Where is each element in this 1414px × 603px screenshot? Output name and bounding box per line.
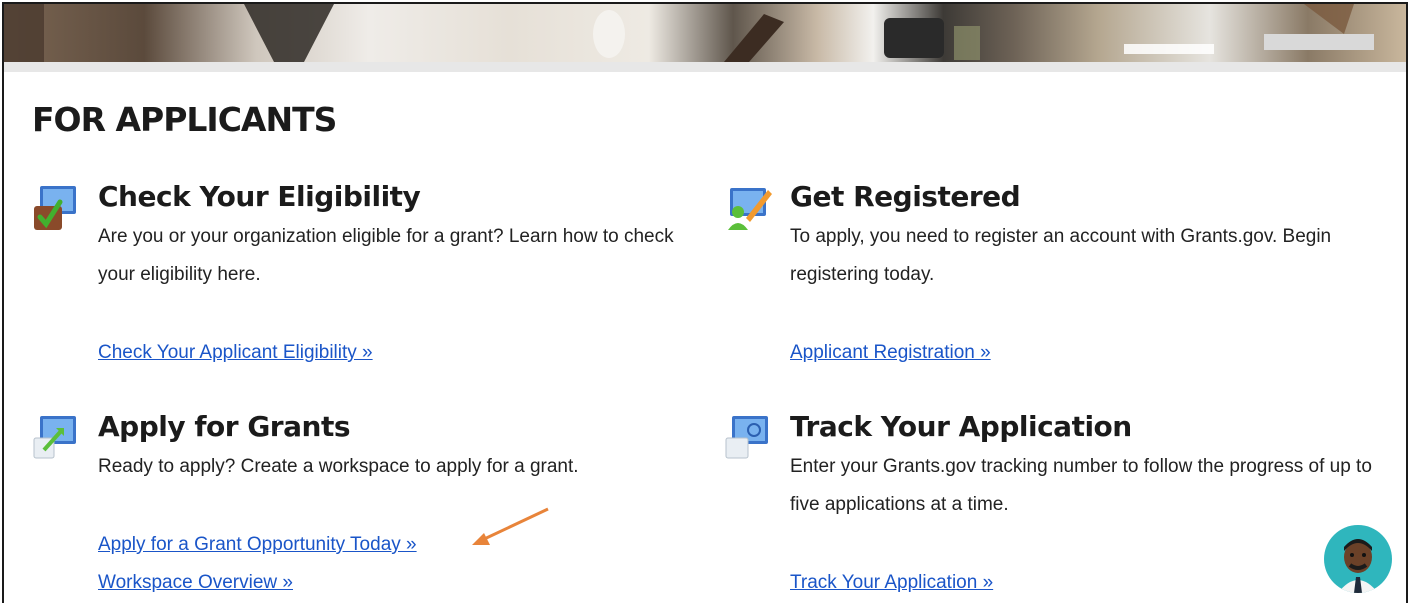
eligibility-title: Check Your Eligibility <box>98 180 421 213</box>
banner-shadow-strip <box>4 62 1406 72</box>
apply-grant-opportunity-link[interactable]: Apply for a Grant Opportunity Today » <box>98 534 417 556</box>
page-title: FOR APPLICANTS <box>32 100 337 139</box>
monitor-checkmark-icon <box>32 184 78 230</box>
track-description: Enter your Grants.gov tracking number to… <box>790 456 1372 515</box>
applicant-registration-link[interactable]: Applicant Registration » <box>790 342 991 364</box>
apply-title: Apply for Grants <box>98 410 351 443</box>
annotation-arrow-icon <box>472 507 549 545</box>
workspace-overview-link[interactable]: Workspace Overview » <box>98 572 293 594</box>
chat-assistant-button[interactable] <box>1324 525 1392 593</box>
register-description: To apply, you need to register an accoun… <box>790 226 1332 285</box>
track-title: Track Your Application <box>790 410 1132 443</box>
check-eligibility-link[interactable]: Check Your Applicant Eligibility » <box>98 342 373 364</box>
register-title: Get Registered <box>790 180 1021 213</box>
monitor-arrow-icon <box>32 414 78 460</box>
monitor-magnifier-icon <box>724 414 770 460</box>
assistant-avatar-icon <box>1338 539 1378 593</box>
hero-banner-image <box>4 4 1406 62</box>
apply-description: Ready to apply? Create a workspace to ap… <box>98 456 579 477</box>
track-application-link[interactable]: Track Your Application » <box>790 572 993 594</box>
monitor-pencil-user-icon <box>724 184 772 230</box>
eligibility-description: Are you or your organization eligible fo… <box>98 226 674 285</box>
